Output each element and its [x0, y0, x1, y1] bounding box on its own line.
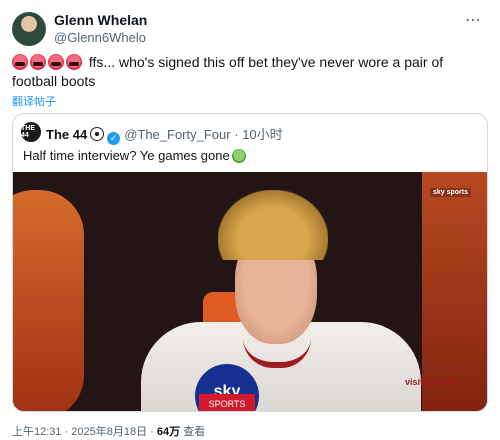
views-label: 查看	[180, 426, 206, 438]
quote-avatar[interactable]: THE 44	[21, 122, 41, 142]
separator-dot: ·	[234, 127, 239, 142]
quote-body-text: Half time interview? Ye games gone	[23, 148, 230, 163]
tweet-text: ffs... who's signed this off bet they've…	[12, 53, 482, 91]
verified-badge-icon: ✓	[107, 132, 121, 145]
more-options-icon[interactable]: ⋯	[465, 10, 482, 30]
post-timestamp[interactable]: 上午12:31 · 2025年8月18日 ·	[12, 426, 157, 438]
author-avatar[interactable]	[12, 12, 46, 46]
quote-timestamp[interactable]: 10小时	[242, 127, 282, 142]
shirt-sponsor: visit rwanda	[404, 377, 457, 387]
post-meta: 上午12:31 · 2025年8月18日 · 64万 查看	[12, 423, 205, 439]
quote-author-name[interactable]: The 44	[46, 127, 87, 142]
quoted-tweet[interactable]: THE 44 The 44 ✓ @The_Forty_Four · 10小时 Hal…	[12, 113, 488, 412]
translate-post-link[interactable]: 翻译帖子	[12, 93, 56, 109]
quote-author-handle[interactable]: @The_Forty_Four	[124, 127, 230, 142]
rage-emoji-icon	[12, 54, 28, 70]
tweet-card: Glenn Whelan @Glenn6Whelo ⋯ ffs... who's…	[0, 0, 500, 440]
quote-header: The 44 ✓ @The_Forty_Four · 10小时	[46, 124, 283, 145]
rage-emoji-icon	[66, 54, 82, 70]
quote-text: Half time interview? Ye games gone	[23, 148, 246, 163]
channel-logo: sky sports	[429, 188, 471, 197]
football-icon	[90, 127, 105, 141]
backdrop-shape	[422, 172, 487, 411]
rage-emoji-icon	[48, 54, 64, 70]
rage-emoji-icon	[30, 54, 46, 70]
author-handle[interactable]: @Glenn6Whelo	[54, 30, 146, 45]
player-hair	[218, 190, 328, 260]
backdrop-shape	[13, 190, 84, 411]
nauseated-emoji-icon	[231, 149, 246, 163]
video-player[interactable]: sky SPORTS sky sports visit rwanda	[13, 172, 487, 411]
views-count: 64万	[156, 426, 181, 438]
author-name[interactable]: Glenn Whelan	[54, 12, 147, 28]
microphone-label: SPORTS	[199, 394, 255, 411]
emoji-row	[12, 54, 82, 70]
